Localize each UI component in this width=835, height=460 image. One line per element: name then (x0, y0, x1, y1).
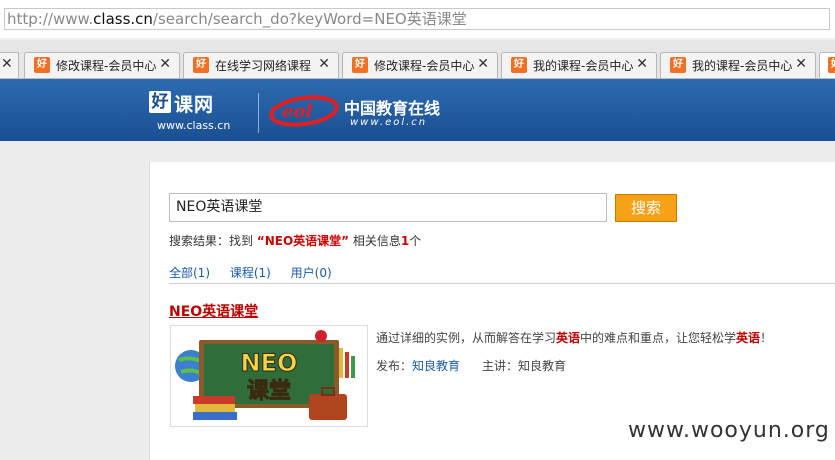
thumbnail-text-line1: NEO (241, 349, 298, 377)
tab-5[interactable]: 好 我的课程-会员中心 ✕ (660, 52, 816, 78)
result-description: 通过详细的实例，从而解答在学习英语中的难点和重点，让您轻松学英语！ (376, 329, 772, 346)
search-input[interactable]: NEO英语课堂 (169, 193, 607, 222)
address-host: class.cn (93, 10, 153, 28)
close-icon[interactable]: ✕ (477, 56, 489, 72)
favicon-icon: 好 (828, 57, 835, 73)
logo-glyph[interactable]: 好 (149, 91, 171, 113)
tab-strip: ✕ 好 修改课程-会员中心 ✕ 好 在线学习网络课程 ✕ 好 修改课程-会员中心… (0, 40, 835, 79)
tab-3[interactable]: 好 修改课程-会员中心 ✕ (342, 52, 498, 78)
publisher-link[interactable]: 知良教育 (412, 359, 460, 373)
course-thumbnail[interactable]: NEO 课堂 (170, 325, 368, 427)
tab-label: 我的课程-会员中心 (692, 59, 793, 73)
summary-keyword: “NEO英语课堂” (256, 234, 350, 248)
result-filters: 全部(1) 课程(1) 用户(0) (169, 264, 348, 281)
logo-text[interactable]: 课网 (174, 90, 214, 117)
address-path: /search/search_do?keyWord=NEO英语课堂 (152, 10, 467, 28)
close-icon[interactable]: ✕ (1, 56, 13, 72)
address-prefix: http://www. (7, 10, 94, 28)
tab-active-partial[interactable]: 好 (819, 52, 835, 78)
publisher-label: 发布： (376, 359, 413, 373)
lecturer-label: 主讲： (482, 359, 519, 373)
filter-users[interactable]: 用户(0) (291, 266, 332, 280)
tab-label: 我的课程-会员中心 (533, 59, 634, 73)
eol-title: 中国教育在线 (344, 99, 441, 118)
lecturer-value: 知良教育 (518, 359, 567, 373)
address-bar-input[interactable]: http://www.class.cn/search/search_do?key… (4, 8, 830, 30)
tab-4[interactable]: 好 我的课程-会员中心 ✕ (501, 52, 657, 78)
close-icon[interactable]: ✕ (795, 56, 807, 72)
desc-highlight: 英语 (736, 331, 761, 345)
search-button[interactable]: 搜索 (615, 194, 677, 222)
filter-courses[interactable]: 课程(1) (230, 266, 271, 280)
favicon-icon: 好 (34, 57, 50, 73)
close-icon[interactable]: ✕ (159, 56, 171, 72)
result-summary: 搜索结果：找到 “NEO英语课堂” 相关信息1个 (169, 232, 421, 249)
header-divider (258, 93, 259, 133)
logo-url: www.class.cn (157, 119, 231, 132)
favicon-icon: 好 (352, 57, 368, 73)
watermark-text: www.wooyun.org (628, 418, 830, 443)
eol-url: www.eol.cn (350, 117, 428, 128)
desc-text: ！ (760, 331, 773, 345)
search-results-panel: NEO英语课堂 搜索 搜索结果：找到 “NEO英语课堂” 相关信息1个 全部(1… (149, 162, 835, 460)
tab-label: 在线学习网络课程 (215, 59, 312, 73)
desc-text: 通过详细的实例，从而解答在学习 (376, 331, 557, 345)
chalkboard-illustration-icon: NEO 课堂 (171, 326, 367, 426)
favicon-icon: 好 (511, 57, 527, 73)
tab-label: 修改课程-会员中心 (56, 59, 157, 73)
site-header: 好 课网 www.class.cn eol 中国教育在线 www.eol.cn (0, 79, 835, 141)
tab-1[interactable]: 好 修改课程-会员中心 ✕ (24, 52, 180, 78)
eol-logo-icon[interactable]: eol (268, 92, 342, 128)
favicon-icon: 好 (193, 57, 209, 73)
thumbnail-text-line2: 课堂 (247, 379, 291, 404)
close-icon[interactable]: ✕ (636, 56, 648, 72)
summary-prefix: 搜索结果：找到 (169, 234, 257, 248)
desc-text: 中的难点和重点，让您轻松学 (580, 331, 737, 345)
divider (169, 283, 835, 284)
filter-all[interactable]: 全部(1) (169, 266, 210, 280)
tab-label: 修改课程-会员中心 (374, 59, 475, 73)
result-meta: 发布：知良教育 主讲：知良教育 (376, 357, 566, 374)
close-icon[interactable]: ✕ (318, 56, 330, 72)
tab-partial-left[interactable]: ✕ (0, 52, 19, 78)
summary-mid: 相关信息 (349, 234, 401, 248)
summary-count: 1 (400, 234, 410, 248)
summary-suffix: 个 (409, 234, 422, 248)
tab-2[interactable]: 好 在线学习网络课程 ✕ (183, 52, 339, 78)
svg-text:eol: eol (282, 101, 312, 122)
address-bar-area: http://www.class.cn/search/search_do?key… (0, 0, 835, 38)
favicon-icon: 好 (670, 57, 686, 73)
desc-highlight: 英语 (556, 331, 581, 345)
result-title-link[interactable]: NEO英语课堂 (169, 301, 258, 321)
